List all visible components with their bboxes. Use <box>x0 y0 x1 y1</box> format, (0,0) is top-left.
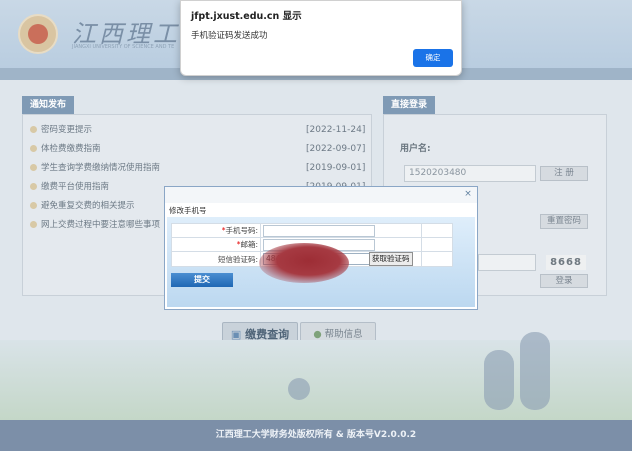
redaction-blur <box>259 243 349 283</box>
notice-date: [2022-11-24] <box>306 125 366 135</box>
dialog-titlebar: × <box>165 187 477 203</box>
footer: 江西理工大学财务处版权所有 & 版本号V2.0.0.2 <box>0 420 632 451</box>
notice-item[interactable]: 体检费缴费指南 <box>30 142 101 156</box>
change-phone-dialog: × 修改手机号 *手机号码: *邮箱: 短信验证码: 484499获取验证码 <box>164 186 478 310</box>
student-girl-illustration <box>484 350 514 410</box>
alert-message: 手机验证码发送成功 <box>191 31 268 41</box>
university-logo-icon <box>18 14 58 54</box>
dialog-title: 修改手机号 <box>169 206 207 215</box>
username-input[interactable]: 1520203480 <box>404 165 536 182</box>
sms-code-label: 短信验证码: <box>171 251 261 267</box>
register-button[interactable]: 注 册 <box>540 166 588 181</box>
bullet-icon <box>30 202 37 209</box>
school-name-en: JIANGXI UNIVERSITY OF SCIENCE AND TE <box>72 44 175 50</box>
alert-title: jfpt.jxust.edu.cn 显示 <box>191 11 302 22</box>
phone-label: *手机号码: <box>171 223 261 238</box>
notice-item[interactable]: 缴费平台使用指南 <box>30 180 109 194</box>
username-label: 用户名: <box>400 144 431 154</box>
help-icon: ● <box>313 329 325 340</box>
reset-password-button[interactable]: 重置密码 <box>540 214 588 229</box>
student-boy-illustration <box>520 332 550 410</box>
submit-button[interactable]: 提交 <box>171 273 233 287</box>
close-icon[interactable]: × <box>463 189 473 199</box>
login-button[interactable]: 登录 <box>540 274 588 288</box>
alert-ok-button[interactable]: 确定 <box>413 49 453 67</box>
bullet-icon <box>30 126 37 133</box>
phone-input[interactable] <box>263 224 375 237</box>
browser-alert: jfpt.jxust.edu.cn 显示 手机验证码发送成功 确定 <box>180 0 462 76</box>
captcha-image[interactable]: 8668 <box>546 255 586 270</box>
page: 江西理工大 JIANGXI UNIVERSITY OF SCIENCE AND … <box>0 0 632 451</box>
student-illustration <box>288 378 310 400</box>
notice-item[interactable]: 网上交费过程中要注意哪些事项 <box>30 218 160 232</box>
notice-date: [2019-09-01] <box>306 163 366 173</box>
captcha-input[interactable] <box>478 254 536 271</box>
notice-item[interactable]: 学生查询学费缴纳情况使用指南 <box>30 161 160 175</box>
bullet-icon <box>30 164 37 171</box>
notice-tab: 通知发布 <box>22 96 75 114</box>
notice-date: [2022-09-07] <box>306 144 366 154</box>
bullet-icon <box>30 221 37 228</box>
notice-item[interactable]: 密码变更提示 <box>30 123 92 137</box>
bullet-icon <box>30 183 37 190</box>
bullet-icon <box>30 145 37 152</box>
dialog-body: *手机号码: *邮箱: 短信验证码: 484499获取验证码 提交 <box>167 217 475 307</box>
email-label: *邮箱: <box>171 237 261 252</box>
notice-item[interactable]: 避免重复交费的相关提示 <box>30 199 135 213</box>
login-tab: 直接登录 <box>383 96 436 114</box>
get-code-button[interactable]: 获取验证码 <box>369 252 413 266</box>
